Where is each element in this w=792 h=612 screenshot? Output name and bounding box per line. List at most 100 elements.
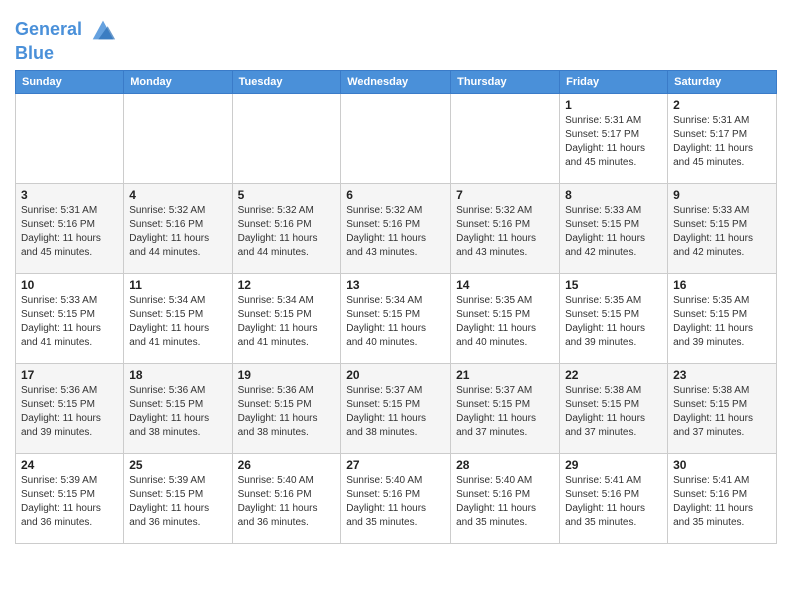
day-number: 24 — [21, 458, 118, 472]
day-number: 30 — [673, 458, 771, 472]
calendar-cell: 13 Sunrise: 5:34 AM Sunset: 5:15 PM Dayli… — [341, 273, 451, 363]
calendar-cell: 20 Sunrise: 5:37 AM Sunset: 5:15 PM Dayli… — [341, 363, 451, 453]
calendar-cell: 5Sunrise: 5:32 AM Sunset: 5:16 PM Daylig… — [232, 183, 341, 273]
calendar-table: SundayMondayTuesdayWednesdayThursdayFrid… — [15, 70, 777, 544]
day-info: Sunrise: 5:32 AM Sunset: 5:16 PM Dayligh… — [129, 204, 226, 260]
day-number: 18 — [129, 368, 226, 382]
day-info: Sunrise: 5:40 AM Sunset: 5:16 PM Dayligh… — [346, 474, 445, 530]
calendar-week-row: 1 Sunrise: 5:31 AM Sunset: 5:17 PM Daylig… — [16, 93, 777, 183]
calendar-cell: 22 Sunrise: 5:38 AM Sunset: 5:15 PM Dayli… — [560, 363, 668, 453]
day-number: 3 — [21, 188, 118, 202]
day-number: 2 — [673, 98, 771, 112]
weekday-header-friday: Friday — [560, 70, 668, 93]
calendar-header-row: SundayMondayTuesdayWednesdayThursdayFrid… — [16, 70, 777, 93]
day-info: Sunrise: 5:35 AM Sunset: 5:15 PM Dayligh… — [673, 294, 771, 350]
calendar-cell: 12 Sunrise: 5:34 AM Sunset: 5:15 PM Dayli… — [232, 273, 341, 363]
calendar-cell: 16 Sunrise: 5:35 AM Sunset: 5:15 PM Dayli… — [668, 273, 777, 363]
calendar-cell: 30Sunrise: 5:41 AM Sunset: 5:16 PM Dayli… — [668, 453, 777, 543]
day-number: 11 — [129, 278, 226, 292]
day-info: Sunrise: 5:34 AM Sunset: 5:15 PM Dayligh… — [129, 294, 226, 350]
day-info: Sunrise: 5:31 AM Sunset: 5:16 PM Dayligh… — [21, 204, 118, 260]
day-number: 14 — [456, 278, 554, 292]
calendar-cell: 19 Sunrise: 5:36 AM Sunset: 5:15 PM Dayli… — [232, 363, 341, 453]
calendar-cell — [451, 93, 560, 183]
day-number: 23 — [673, 368, 771, 382]
day-number: 17 — [21, 368, 118, 382]
weekday-header-sunday: Sunday — [16, 70, 124, 93]
day-info: Sunrise: 5:36 AM Sunset: 5:15 PM Dayligh… — [129, 384, 226, 440]
calendar-cell: 24 Sunrise: 5:39 AM Sunset: 5:15 PM Dayli… — [16, 453, 124, 543]
day-info: Sunrise: 5:33 AM Sunset: 5:15 PM Dayligh… — [565, 204, 662, 260]
day-info: Sunrise: 5:35 AM Sunset: 5:15 PM Dayligh… — [456, 294, 554, 350]
day-number: 12 — [238, 278, 336, 292]
day-info: Sunrise: 5:38 AM Sunset: 5:15 PM Dayligh… — [565, 384, 662, 440]
day-info: Sunrise: 5:32 AM Sunset: 5:16 PM Dayligh… — [456, 204, 554, 260]
calendar-cell: 2Sunrise: 5:31 AM Sunset: 5:17 PM Daylig… — [668, 93, 777, 183]
day-number: 6 — [346, 188, 445, 202]
calendar-cell: 8 Sunrise: 5:33 AM Sunset: 5:15 PM Daylig… — [560, 183, 668, 273]
day-info: Sunrise: 5:39 AM Sunset: 5:15 PM Dayligh… — [129, 474, 226, 530]
calendar-cell: 14 Sunrise: 5:35 AM Sunset: 5:15 PM Dayli… — [451, 273, 560, 363]
day-number: 20 — [346, 368, 445, 382]
calendar-cell: 6 Sunrise: 5:32 AM Sunset: 5:16 PM Daylig… — [341, 183, 451, 273]
day-number: 1 — [565, 98, 662, 112]
day-number: 27 — [346, 458, 445, 472]
weekday-header-thursday: Thursday — [451, 70, 560, 93]
calendar-cell: 18 Sunrise: 5:36 AM Sunset: 5:15 PM Dayli… — [124, 363, 232, 453]
calendar-cell: 28Sunrise: 5:40 AM Sunset: 5:16 PM Dayli… — [451, 453, 560, 543]
day-number: 26 — [238, 458, 336, 472]
calendar-cell: 17Sunrise: 5:36 AM Sunset: 5:15 PM Dayli… — [16, 363, 124, 453]
day-info: Sunrise: 5:32 AM Sunset: 5:16 PM Dayligh… — [238, 204, 336, 260]
day-number: 16 — [673, 278, 771, 292]
weekday-header-saturday: Saturday — [668, 70, 777, 93]
weekday-header-wednesday: Wednesday — [341, 70, 451, 93]
weekday-header-tuesday: Tuesday — [232, 70, 341, 93]
calendar-cell — [341, 93, 451, 183]
calendar-week-row: 10 Sunrise: 5:33 AM Sunset: 5:15 PM Dayli… — [16, 273, 777, 363]
calendar-cell: 9 Sunrise: 5:33 AM Sunset: 5:15 PM Daylig… — [668, 183, 777, 273]
day-number: 4 — [129, 188, 226, 202]
calendar-cell: 3 Sunrise: 5:31 AM Sunset: 5:16 PM Daylig… — [16, 183, 124, 273]
day-number: 22 — [565, 368, 662, 382]
day-number: 10 — [21, 278, 118, 292]
calendar-cell: 25Sunrise: 5:39 AM Sunset: 5:15 PM Dayli… — [124, 453, 232, 543]
day-info: Sunrise: 5:39 AM Sunset: 5:15 PM Dayligh… — [21, 474, 118, 530]
day-info: Sunrise: 5:33 AM Sunset: 5:15 PM Dayligh… — [21, 294, 118, 350]
day-number: 13 — [346, 278, 445, 292]
day-info: Sunrise: 5:34 AM Sunset: 5:15 PM Dayligh… — [346, 294, 445, 350]
day-number: 19 — [238, 368, 336, 382]
day-info: Sunrise: 5:32 AM Sunset: 5:16 PM Dayligh… — [346, 204, 445, 260]
weekday-header-monday: Monday — [124, 70, 232, 93]
day-number: 28 — [456, 458, 554, 472]
day-info: Sunrise: 5:37 AM Sunset: 5:15 PM Dayligh… — [346, 384, 445, 440]
calendar-cell: 21Sunrise: 5:37 AM Sunset: 5:15 PM Dayli… — [451, 363, 560, 453]
calendar-cell: 7Sunrise: 5:32 AM Sunset: 5:16 PM Daylig… — [451, 183, 560, 273]
calendar-week-row: 24 Sunrise: 5:39 AM Sunset: 5:15 PM Dayli… — [16, 453, 777, 543]
calendar-cell — [124, 93, 232, 183]
day-info: Sunrise: 5:36 AM Sunset: 5:15 PM Dayligh… — [238, 384, 336, 440]
day-number: 21 — [456, 368, 554, 382]
logo-line1: General — [15, 16, 117, 44]
calendar-cell — [16, 93, 124, 183]
day-info: Sunrise: 5:41 AM Sunset: 5:16 PM Dayligh… — [565, 474, 662, 530]
calendar-cell: 15Sunrise: 5:35 AM Sunset: 5:15 PM Dayli… — [560, 273, 668, 363]
calendar-cell — [232, 93, 341, 183]
day-number: 15 — [565, 278, 662, 292]
day-info: Sunrise: 5:31 AM Sunset: 5:17 PM Dayligh… — [565, 114, 662, 170]
calendar-cell: 11 Sunrise: 5:34 AM Sunset: 5:15 PM Dayli… — [124, 273, 232, 363]
day-number: 29 — [565, 458, 662, 472]
day-info: Sunrise: 5:33 AM Sunset: 5:15 PM Dayligh… — [673, 204, 771, 260]
calendar-cell: 29 Sunrise: 5:41 AM Sunset: 5:16 PM Dayli… — [560, 453, 668, 543]
calendar-cell: 10 Sunrise: 5:33 AM Sunset: 5:15 PM Dayli… — [16, 273, 124, 363]
calendar-week-row: 3 Sunrise: 5:31 AM Sunset: 5:16 PM Daylig… — [16, 183, 777, 273]
calendar-cell: 27 Sunrise: 5:40 AM Sunset: 5:16 PM Dayli… — [341, 453, 451, 543]
calendar-cell: 4 Sunrise: 5:32 AM Sunset: 5:16 PM Daylig… — [124, 183, 232, 273]
day-number: 9 — [673, 188, 771, 202]
calendar-week-row: 17 Sunrise: 5:36 AM Sunset: 5:15 PM Dayli… — [16, 363, 777, 453]
logo-line2: Blue — [15, 44, 117, 64]
page-header: General Blue — [15, 10, 777, 64]
calendar-cell: 23Sunrise: 5:38 AM Sunset: 5:15 PM Dayli… — [668, 363, 777, 453]
day-info: Sunrise: 5:34 AM Sunset: 5:15 PM Dayligh… — [238, 294, 336, 350]
calendar-cell: 26Sunrise: 5:40 AM Sunset: 5:16 PM Dayli… — [232, 453, 341, 543]
day-number: 8 — [565, 188, 662, 202]
